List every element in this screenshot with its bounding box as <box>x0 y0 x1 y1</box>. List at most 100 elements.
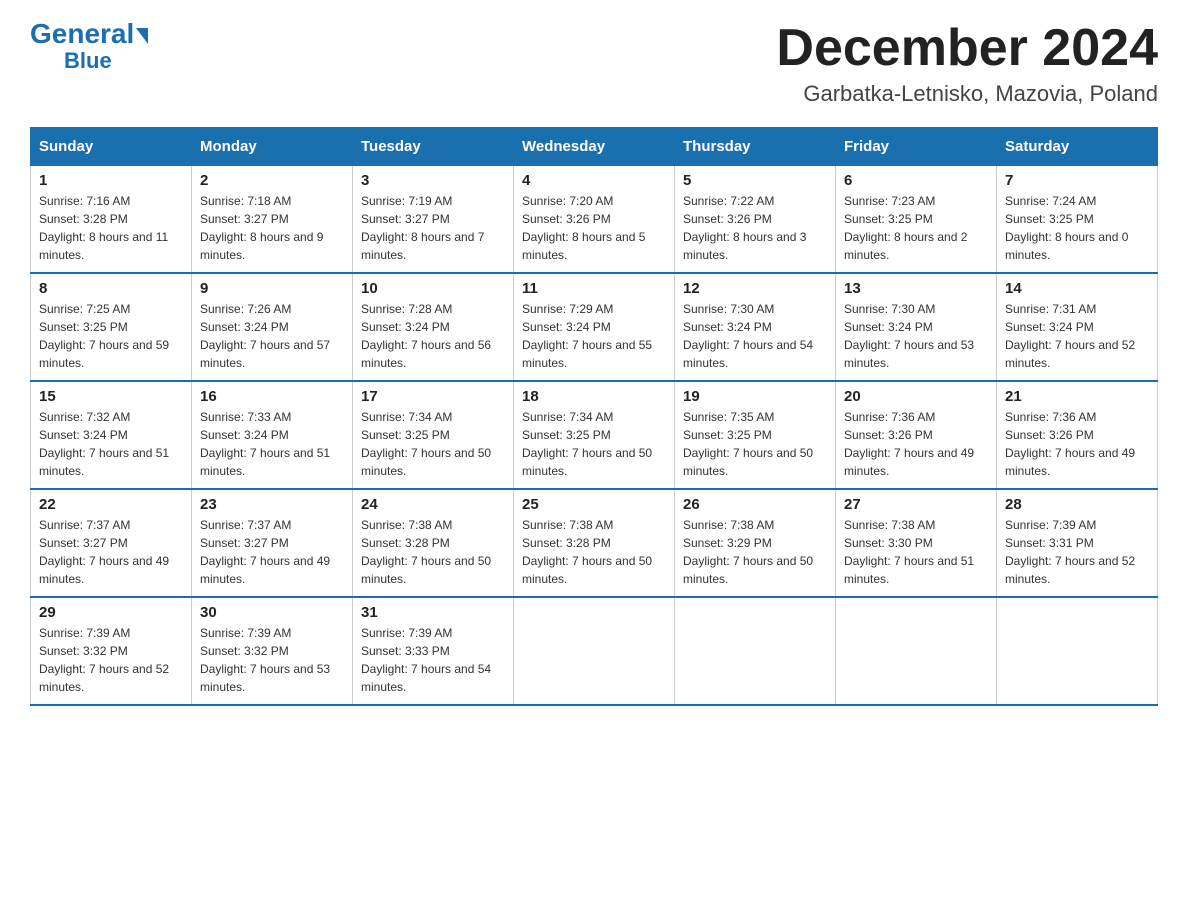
day-number: 14 <box>1005 280 1149 297</box>
day-number: 1 <box>39 172 183 189</box>
logo: General Blue <box>30 20 148 74</box>
day-info: Sunrise: 7:30 AMSunset: 3:24 PMDaylight:… <box>844 300 988 372</box>
day-info: Sunrise: 7:28 AMSunset: 3:24 PMDaylight:… <box>361 300 505 372</box>
header-day-friday: Friday <box>836 128 997 166</box>
day-info: Sunrise: 7:37 AMSunset: 3:27 PMDaylight:… <box>39 516 183 588</box>
week-row-4: 22 Sunrise: 7:37 AMSunset: 3:27 PMDaylig… <box>31 489 1158 597</box>
day-info: Sunrise: 7:18 AMSunset: 3:27 PMDaylight:… <box>200 192 344 264</box>
week-row-1: 1 Sunrise: 7:16 AMSunset: 3:28 PMDayligh… <box>31 166 1158 274</box>
day-info: Sunrise: 7:38 AMSunset: 3:28 PMDaylight:… <box>522 516 666 588</box>
month-title: December 2024 <box>776 20 1158 77</box>
day-number: 7 <box>1005 172 1149 189</box>
empty-cell <box>836 597 997 705</box>
day-cell-27: 27 Sunrise: 7:38 AMSunset: 3:30 PMDaylig… <box>836 489 997 597</box>
logo-blue-text: Blue <box>64 48 112 74</box>
day-info: Sunrise: 7:37 AMSunset: 3:27 PMDaylight:… <box>200 516 344 588</box>
day-number: 30 <box>200 604 344 621</box>
day-number: 3 <box>361 172 505 189</box>
day-number: 12 <box>683 280 827 297</box>
day-info: Sunrise: 7:30 AMSunset: 3:24 PMDaylight:… <box>683 300 827 372</box>
day-number: 29 <box>39 604 183 621</box>
day-number: 20 <box>844 388 988 405</box>
day-cell-12: 12 Sunrise: 7:30 AMSunset: 3:24 PMDaylig… <box>675 273 836 381</box>
day-number: 18 <box>522 388 666 405</box>
day-info: Sunrise: 7:22 AMSunset: 3:26 PMDaylight:… <box>683 192 827 264</box>
header-day-wednesday: Wednesday <box>514 128 675 166</box>
calendar-table: SundayMondayTuesdayWednesdayThursdayFrid… <box>30 127 1158 706</box>
day-number: 5 <box>683 172 827 189</box>
day-number: 9 <box>200 280 344 297</box>
day-cell-25: 25 Sunrise: 7:38 AMSunset: 3:28 PMDaylig… <box>514 489 675 597</box>
empty-cell <box>997 597 1158 705</box>
location-title: Garbatka-Letnisko, Mazovia, Poland <box>776 81 1158 107</box>
day-number: 19 <box>683 388 827 405</box>
day-cell-24: 24 Sunrise: 7:38 AMSunset: 3:28 PMDaylig… <box>353 489 514 597</box>
day-number: 23 <box>200 496 344 513</box>
empty-cell <box>514 597 675 705</box>
day-number: 8 <box>39 280 183 297</box>
day-info: Sunrise: 7:38 AMSunset: 3:29 PMDaylight:… <box>683 516 827 588</box>
empty-cell <box>675 597 836 705</box>
header-day-thursday: Thursday <box>675 128 836 166</box>
day-info: Sunrise: 7:32 AMSunset: 3:24 PMDaylight:… <box>39 408 183 480</box>
day-info: Sunrise: 7:38 AMSunset: 3:28 PMDaylight:… <box>361 516 505 588</box>
day-cell-17: 17 Sunrise: 7:34 AMSunset: 3:25 PMDaylig… <box>353 381 514 489</box>
page-header: General Blue December 2024 Garbatka-Letn… <box>30 20 1158 107</box>
day-cell-7: 7 Sunrise: 7:24 AMSunset: 3:25 PMDayligh… <box>997 166 1158 274</box>
day-number: 25 <box>522 496 666 513</box>
day-cell-23: 23 Sunrise: 7:37 AMSunset: 3:27 PMDaylig… <box>192 489 353 597</box>
day-cell-22: 22 Sunrise: 7:37 AMSunset: 3:27 PMDaylig… <box>31 489 192 597</box>
day-number: 4 <box>522 172 666 189</box>
day-info: Sunrise: 7:38 AMSunset: 3:30 PMDaylight:… <box>844 516 988 588</box>
day-cell-13: 13 Sunrise: 7:30 AMSunset: 3:24 PMDaylig… <box>836 273 997 381</box>
header-day-saturday: Saturday <box>997 128 1158 166</box>
title-block: December 2024 Garbatka-Letnisko, Mazovia… <box>776 20 1158 107</box>
day-info: Sunrise: 7:39 AMSunset: 3:31 PMDaylight:… <box>1005 516 1149 588</box>
day-cell-14: 14 Sunrise: 7:31 AMSunset: 3:24 PMDaylig… <box>997 273 1158 381</box>
week-row-3: 15 Sunrise: 7:32 AMSunset: 3:24 PMDaylig… <box>31 381 1158 489</box>
day-cell-6: 6 Sunrise: 7:23 AMSunset: 3:25 PMDayligh… <box>836 166 997 274</box>
day-info: Sunrise: 7:35 AMSunset: 3:25 PMDaylight:… <box>683 408 827 480</box>
day-cell-20: 20 Sunrise: 7:36 AMSunset: 3:26 PMDaylig… <box>836 381 997 489</box>
day-info: Sunrise: 7:39 AMSunset: 3:32 PMDaylight:… <box>200 624 344 696</box>
day-info: Sunrise: 7:39 AMSunset: 3:33 PMDaylight:… <box>361 624 505 696</box>
day-cell-15: 15 Sunrise: 7:32 AMSunset: 3:24 PMDaylig… <box>31 381 192 489</box>
day-cell-26: 26 Sunrise: 7:38 AMSunset: 3:29 PMDaylig… <box>675 489 836 597</box>
week-row-5: 29 Sunrise: 7:39 AMSunset: 3:32 PMDaylig… <box>31 597 1158 705</box>
day-cell-30: 30 Sunrise: 7:39 AMSunset: 3:32 PMDaylig… <box>192 597 353 705</box>
day-cell-10: 10 Sunrise: 7:28 AMSunset: 3:24 PMDaylig… <box>353 273 514 381</box>
day-info: Sunrise: 7:24 AMSunset: 3:25 PMDaylight:… <box>1005 192 1149 264</box>
day-number: 21 <box>1005 388 1149 405</box>
day-info: Sunrise: 7:36 AMSunset: 3:26 PMDaylight:… <box>844 408 988 480</box>
day-cell-9: 9 Sunrise: 7:26 AMSunset: 3:24 PMDayligh… <box>192 273 353 381</box>
day-info: Sunrise: 7:26 AMSunset: 3:24 PMDaylight:… <box>200 300 344 372</box>
day-cell-21: 21 Sunrise: 7:36 AMSunset: 3:26 PMDaylig… <box>997 381 1158 489</box>
calendar-body: 1 Sunrise: 7:16 AMSunset: 3:28 PMDayligh… <box>31 166 1158 706</box>
day-info: Sunrise: 7:39 AMSunset: 3:32 PMDaylight:… <box>39 624 183 696</box>
day-info: Sunrise: 7:20 AMSunset: 3:26 PMDaylight:… <box>522 192 666 264</box>
day-number: 31 <box>361 604 505 621</box>
day-number: 17 <box>361 388 505 405</box>
day-number: 24 <box>361 496 505 513</box>
day-number: 16 <box>200 388 344 405</box>
day-info: Sunrise: 7:16 AMSunset: 3:28 PMDaylight:… <box>39 192 183 264</box>
day-cell-4: 4 Sunrise: 7:20 AMSunset: 3:26 PMDayligh… <box>514 166 675 274</box>
day-cell-29: 29 Sunrise: 7:39 AMSunset: 3:32 PMDaylig… <box>31 597 192 705</box>
header-row: SundayMondayTuesdayWednesdayThursdayFrid… <box>31 128 1158 166</box>
day-info: Sunrise: 7:33 AMSunset: 3:24 PMDaylight:… <box>200 408 344 480</box>
day-cell-28: 28 Sunrise: 7:39 AMSunset: 3:31 PMDaylig… <box>997 489 1158 597</box>
header-day-sunday: Sunday <box>31 128 192 166</box>
header-day-monday: Monday <box>192 128 353 166</box>
day-number: 6 <box>844 172 988 189</box>
week-row-2: 8 Sunrise: 7:25 AMSunset: 3:25 PMDayligh… <box>31 273 1158 381</box>
day-number: 28 <box>1005 496 1149 513</box>
day-cell-1: 1 Sunrise: 7:16 AMSunset: 3:28 PMDayligh… <box>31 166 192 274</box>
day-number: 22 <box>39 496 183 513</box>
day-cell-18: 18 Sunrise: 7:34 AMSunset: 3:25 PMDaylig… <box>514 381 675 489</box>
day-info: Sunrise: 7:23 AMSunset: 3:25 PMDaylight:… <box>844 192 988 264</box>
day-cell-31: 31 Sunrise: 7:39 AMSunset: 3:33 PMDaylig… <box>353 597 514 705</box>
day-info: Sunrise: 7:36 AMSunset: 3:26 PMDaylight:… <box>1005 408 1149 480</box>
day-number: 27 <box>844 496 988 513</box>
day-info: Sunrise: 7:34 AMSunset: 3:25 PMDaylight:… <box>522 408 666 480</box>
day-number: 26 <box>683 496 827 513</box>
